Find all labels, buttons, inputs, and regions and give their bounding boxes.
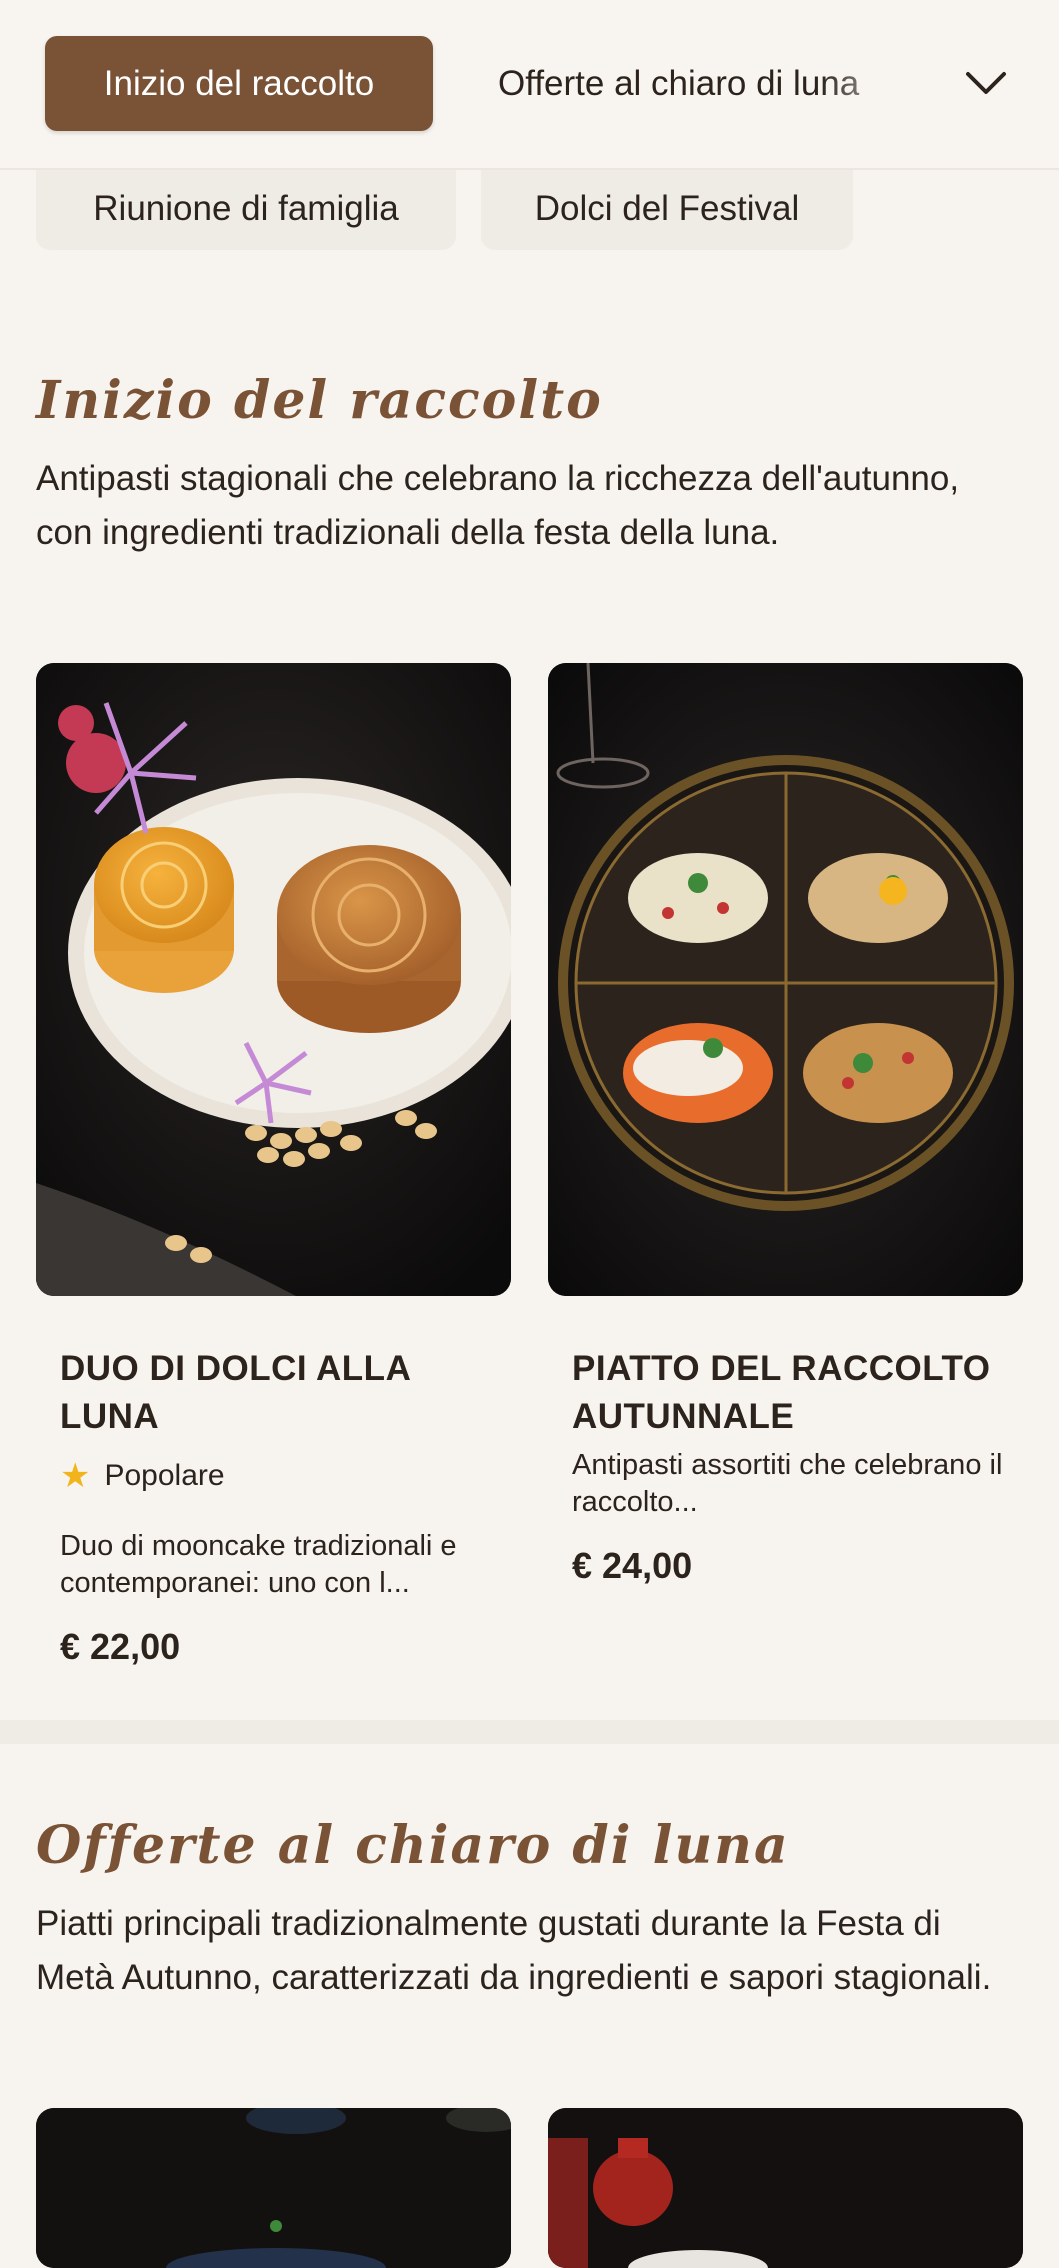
star-icon: ★ — [60, 1457, 91, 1495]
section-description: Antipasti stagionali che celebrano la ri… — [36, 459, 960, 552]
dish-title: DUO DI DOLCI ALLA LUNA — [60, 1349, 411, 1436]
category-nav: Inizio del raccolto Offerte al chiaro di… — [0, 0, 1059, 170]
dish-image[interactable] — [548, 2108, 1023, 2268]
dish-price: € 24,00 — [572, 1545, 693, 1586]
dish-title: PIATTO DEL RACCOLTO AUTUNNALE — [572, 1349, 991, 1436]
dish-description: Antipasti assortiti che celebrano il rac… — [572, 1449, 1003, 1518]
dish-description: Duo di mooncake tradizionali e contempor… — [60, 1530, 457, 1599]
dish-image-harvest-platter[interactable] — [548, 663, 1023, 1296]
section-title: Offerte al chiaro di luna — [36, 1815, 790, 1876]
popular-label: Popolare — [104, 1459, 225, 1492]
tab-inizio-del-raccolto[interactable]: Inizio del raccolto — [45, 36, 433, 131]
tab-dolci-del-festival[interactable]: Dolci del Festival — [481, 168, 853, 250]
section-title: Inizio del raccolto — [36, 370, 603, 431]
dish-price: € 22,00 — [60, 1626, 181, 1667]
dish-image-mooncake[interactable] — [36, 663, 511, 1296]
section-description: Piatti principali tradizionalmente gusta… — [36, 1904, 992, 1997]
dish-image[interactable] — [36, 2108, 511, 2268]
tab-riunione-di-famiglia[interactable]: Riunione di famiglia — [36, 168, 456, 250]
chevron-down-icon[interactable] — [960, 58, 1012, 110]
tab-fade-overlay — [820, 36, 940, 131]
section-divider — [0, 1720, 1059, 1744]
popular-badge: ★ Popolare — [60, 1456, 225, 1496]
